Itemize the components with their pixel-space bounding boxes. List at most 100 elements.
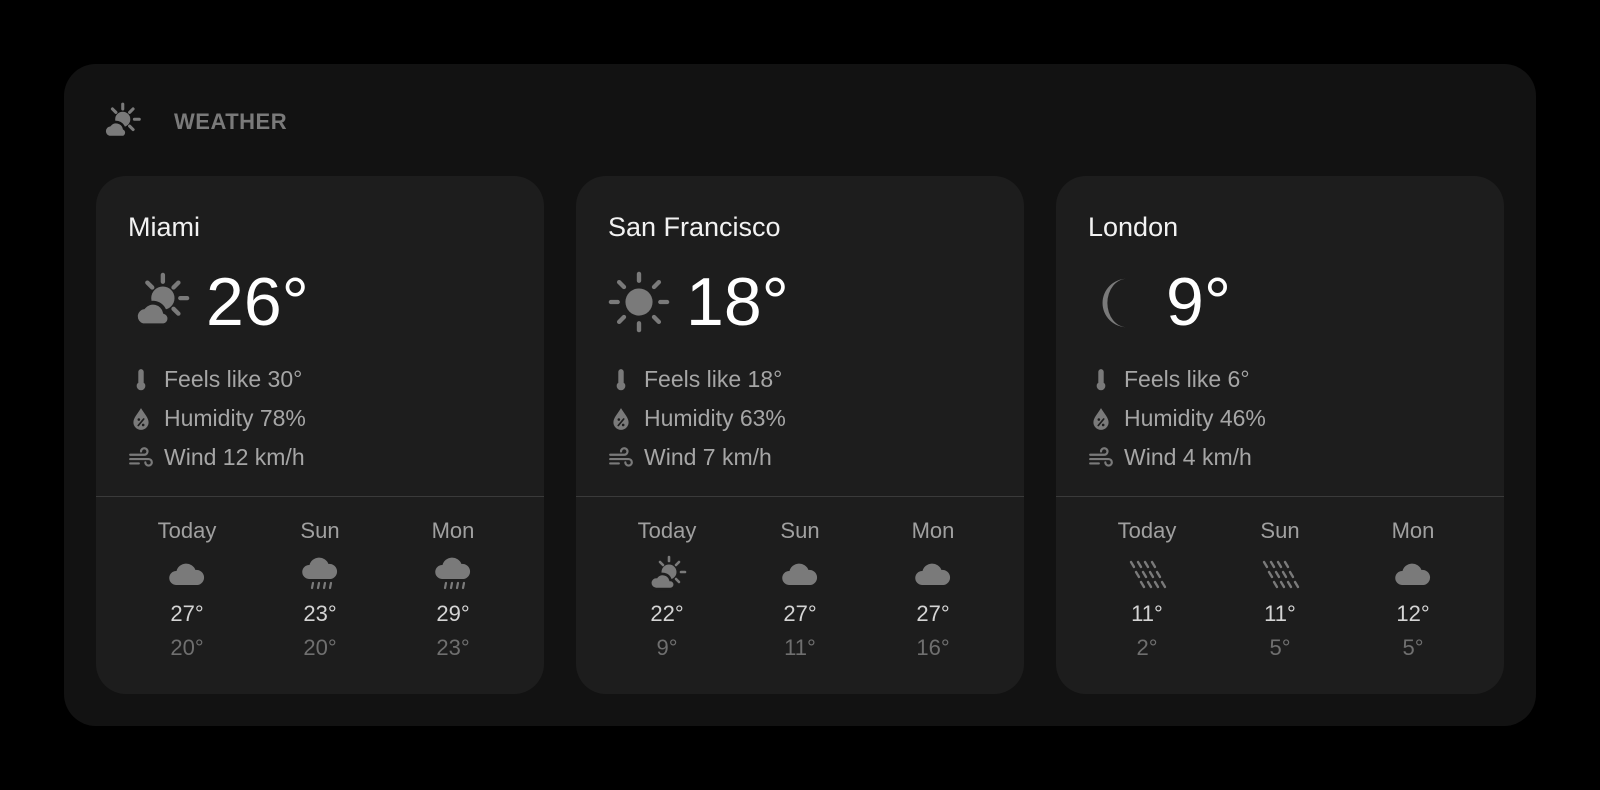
forecast-day-name: Sun bbox=[300, 518, 340, 543]
divider bbox=[1056, 496, 1504, 497]
humidity-row: Humidity 78% bbox=[128, 399, 306, 438]
wind-text: Wind 7 km/h bbox=[644, 444, 772, 470]
forecast-day-name: Mon bbox=[431, 518, 475, 543]
forecast-row: Today 11° 2° Sun 11° 5° Mon 12° 5° bbox=[1082, 506, 1478, 662]
cloud-icon bbox=[782, 563, 818, 585]
cloud-icon bbox=[915, 563, 951, 585]
forecast-low: 5° bbox=[1402, 635, 1424, 660]
divider bbox=[96, 496, 544, 497]
forecast-high: 11° bbox=[1131, 601, 1163, 626]
feels-like-text: Feels like 18° bbox=[644, 366, 783, 392]
current-temperature: 9° bbox=[1166, 264, 1232, 340]
details-list: Feels like 30° Humidity 78% Wind 12 km/h bbox=[128, 360, 306, 477]
humidity-drop-icon bbox=[613, 407, 629, 430]
forecast-low: 2° bbox=[1136, 635, 1158, 660]
wind-icon bbox=[1089, 446, 1113, 467]
humidity-drop-icon bbox=[1093, 407, 1109, 430]
city-name: San Francisco bbox=[608, 212, 781, 242]
humidity-text: Humidity 78% bbox=[164, 405, 306, 431]
forecast-high: 12° bbox=[1396, 601, 1430, 626]
forecast-low: 9° bbox=[656, 635, 678, 660]
forecast-low: 20° bbox=[170, 635, 204, 660]
current-conditions: 9° bbox=[1088, 266, 1231, 338]
details-list: Feels like 18° Humidity 63% Wind 7 km/h bbox=[608, 360, 786, 477]
rain-icon bbox=[435, 557, 471, 590]
weather-widget: WEATHER Miami 26° Feels like 30° Humidit… bbox=[64, 64, 1536, 726]
current-conditions: 18° bbox=[608, 266, 789, 338]
current-temperature: 18° bbox=[686, 264, 789, 340]
feels-like-text: Feels like 6° bbox=[1124, 366, 1250, 392]
humidity-row: Humidity 46% bbox=[1088, 399, 1266, 438]
wind-text: Wind 4 km/h bbox=[1124, 444, 1252, 470]
forecast-low: 5° bbox=[1269, 635, 1291, 660]
forecast-day: Today 22° 9° bbox=[602, 506, 732, 662]
sun-icon bbox=[608, 271, 670, 333]
widget-header: WEATHER bbox=[98, 96, 287, 148]
forecast-day: Sun 11° 5° bbox=[1215, 506, 1345, 662]
forecast-high: 23° bbox=[303, 601, 337, 626]
forecast-row: Today 27° 20° Sun 23° 20° Mon 29° 23° bbox=[122, 506, 518, 662]
details-list: Feels like 6° Humidity 46% Wind 4 km/h bbox=[1088, 360, 1266, 477]
forecast-day: Sun 27° 11° bbox=[735, 506, 865, 662]
forecast-low: 11° bbox=[784, 635, 816, 660]
forecast-high: 27° bbox=[783, 601, 817, 626]
wind-row: Wind 7 km/h bbox=[608, 438, 786, 477]
cloud-icon bbox=[1395, 563, 1431, 585]
forecast-low: 23° bbox=[436, 635, 470, 660]
feels-like-row: Feels like 18° bbox=[608, 360, 786, 399]
forecast-low: 20° bbox=[303, 635, 337, 660]
widget-title: WEATHER bbox=[174, 109, 288, 134]
city-name: London bbox=[1088, 212, 1179, 242]
wind-icon bbox=[129, 446, 153, 467]
divider bbox=[576, 496, 1024, 497]
city-name: Miami bbox=[128, 212, 200, 242]
forecast-row: Today 22° 9° Sun 27° 11° Mon 27° 16° bbox=[602, 506, 998, 662]
wind-row: Wind 4 km/h bbox=[1088, 438, 1266, 477]
feels-like-row: Feels like 6° bbox=[1088, 360, 1266, 399]
thermometer-icon bbox=[136, 368, 146, 390]
wind-text: Wind 12 km/h bbox=[164, 444, 305, 470]
humidity-row: Humidity 63% bbox=[608, 399, 786, 438]
city-card-london[interactable]: London 9° Feels like 6° Humidity 46% Win… bbox=[1056, 176, 1504, 694]
moon-icon bbox=[1102, 278, 1127, 328]
forecast-day: Mon 27° 16° bbox=[868, 506, 998, 662]
city-card-san-francisco[interactable]: San Francisco 18° Feels like 18° Humidit… bbox=[576, 176, 1024, 694]
humidity-text: Humidity 46% bbox=[1124, 405, 1266, 431]
forecast-day: Mon 29° 23° bbox=[388, 506, 518, 662]
forecast-high: 27° bbox=[916, 601, 950, 626]
thermometer-icon bbox=[1096, 368, 1106, 390]
wind-row: Wind 12 km/h bbox=[128, 438, 306, 477]
partly-sunny-icon bbox=[648, 555, 687, 591]
humidity-drop-icon bbox=[133, 407, 149, 430]
current-temperature: 26° bbox=[206, 264, 309, 340]
forecast-day: Today 27° 20° bbox=[122, 506, 252, 662]
feels-like-text: Feels like 30° bbox=[164, 366, 303, 392]
forecast-high: 22° bbox=[650, 601, 684, 626]
forecast-low: 16° bbox=[916, 635, 950, 660]
forecast-day-name: Sun bbox=[780, 518, 820, 543]
forecast-day-name: Mon bbox=[911, 518, 955, 543]
forecast-high: 29° bbox=[436, 601, 470, 626]
forecast-day-name: Today bbox=[157, 518, 217, 543]
cloud-icon bbox=[169, 563, 205, 585]
forecast-high: 11° bbox=[1264, 601, 1296, 626]
forecast-day-name: Today bbox=[637, 518, 697, 543]
forecast-high: 27° bbox=[170, 601, 204, 626]
forecast-day-name: Sun bbox=[1260, 518, 1300, 543]
partly-sunny-icon bbox=[103, 102, 141, 139]
forecast-day-name: Today bbox=[1117, 518, 1177, 543]
wind-icon bbox=[609, 446, 633, 467]
forecast-day-name: Mon bbox=[1391, 518, 1435, 543]
forecast-day: Mon 12° 5° bbox=[1348, 506, 1478, 662]
thermometer-icon bbox=[616, 368, 626, 390]
forecast-day: Today 11° 2° bbox=[1082, 506, 1212, 662]
city-card-miami[interactable]: Miami 26° Feels like 30° Humidity 78% Wi… bbox=[96, 176, 544, 694]
drizzle-icon bbox=[1262, 560, 1300, 589]
forecast-day: Sun 23° 20° bbox=[255, 506, 385, 662]
feels-like-row: Feels like 30° bbox=[128, 360, 306, 399]
humidity-text: Humidity 63% bbox=[644, 405, 786, 431]
rain-icon bbox=[302, 557, 338, 590]
drizzle-icon bbox=[1129, 560, 1167, 589]
partly-sunny-icon bbox=[133, 272, 190, 328]
current-conditions: 26° bbox=[128, 266, 309, 338]
